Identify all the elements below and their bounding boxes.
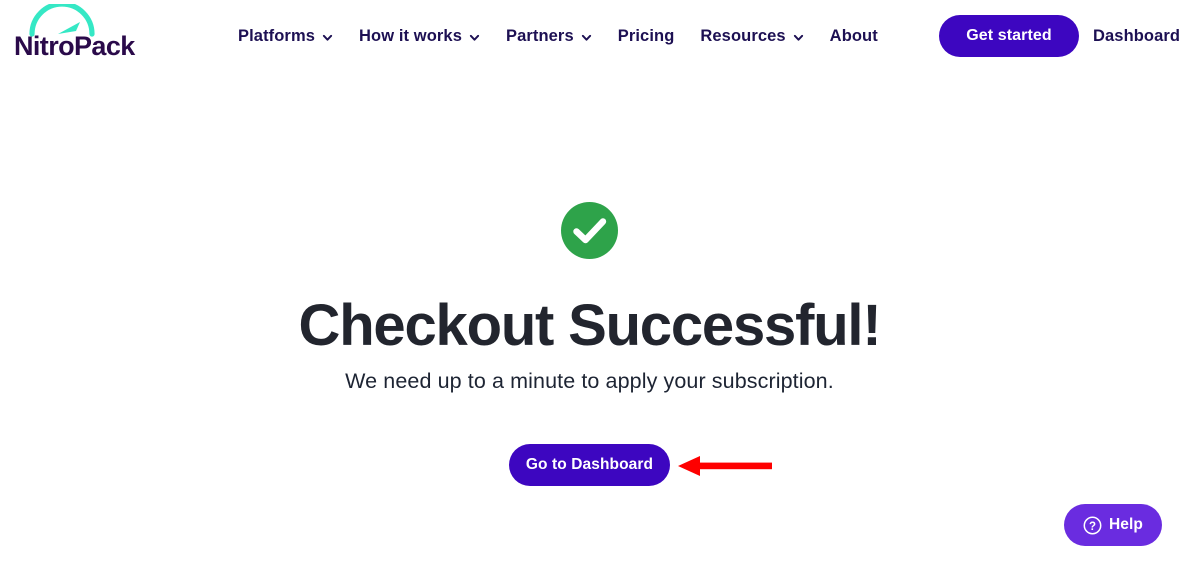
nav-item-label: Platforms <box>238 26 316 45</box>
nav-item-pricing[interactable]: Pricing <box>605 27 688 46</box>
help-label: Help <box>1109 516 1143 533</box>
nav-item-partners[interactable]: Partners <box>493 27 605 46</box>
go-to-dashboard-button[interactable]: Go to Dashboard <box>509 444 670 486</box>
chevron-down-icon <box>581 32 592 43</box>
main-content: Checkout Successful! We need up to a min… <box>0 72 1179 580</box>
nav-item-resources[interactable]: Resources <box>687 27 816 46</box>
chevron-down-icon <box>793 32 804 43</box>
check-circle-icon <box>561 202 618 259</box>
nav-item-label: Pricing <box>617 26 675 45</box>
question-mark-circle-icon: ? <box>1083 516 1102 535</box>
annotation-arrow-left-icon <box>676 452 776 480</box>
nav-item-label: Partners <box>505 26 574 45</box>
page-title: Checkout Successful! <box>298 293 882 358</box>
nav-item-dashboard[interactable]: Dashboard <box>1093 0 1179 72</box>
help-button[interactable]: ? Help <box>1064 504 1162 546</box>
nav-item-label: About <box>829 26 878 45</box>
page-root: NitroPack Platforms How it works Partner… <box>0 0 1179 580</box>
site-header: NitroPack Platforms How it works Partner… <box>0 0 1179 72</box>
chevron-down-icon <box>469 32 480 43</box>
nav-item-label: How it works <box>359 26 462 45</box>
chevron-down-icon <box>322 32 333 43</box>
logo-wordmark: NitroPack <box>14 31 136 58</box>
nav-item-platforms[interactable]: Platforms <box>225 27 346 46</box>
nitropack-logo[interactable]: NitroPack <box>14 1 146 61</box>
primary-navigation: Platforms How it works Partners Pricing <box>225 0 891 72</box>
nav-item-how-it-works[interactable]: How it works <box>346 27 493 46</box>
nitropack-logo-svg: NitroPack <box>14 1 137 61</box>
nav-item-label: Resources <box>700 26 786 45</box>
page-subtitle: We need up to a minute to apply your sub… <box>345 369 834 393</box>
get-started-button[interactable]: Get started <box>939 15 1079 57</box>
speedometer-arc-icon <box>29 1 95 37</box>
nav-item-about[interactable]: About <box>817 27 891 46</box>
svg-text:?: ? <box>1089 520 1096 532</box>
